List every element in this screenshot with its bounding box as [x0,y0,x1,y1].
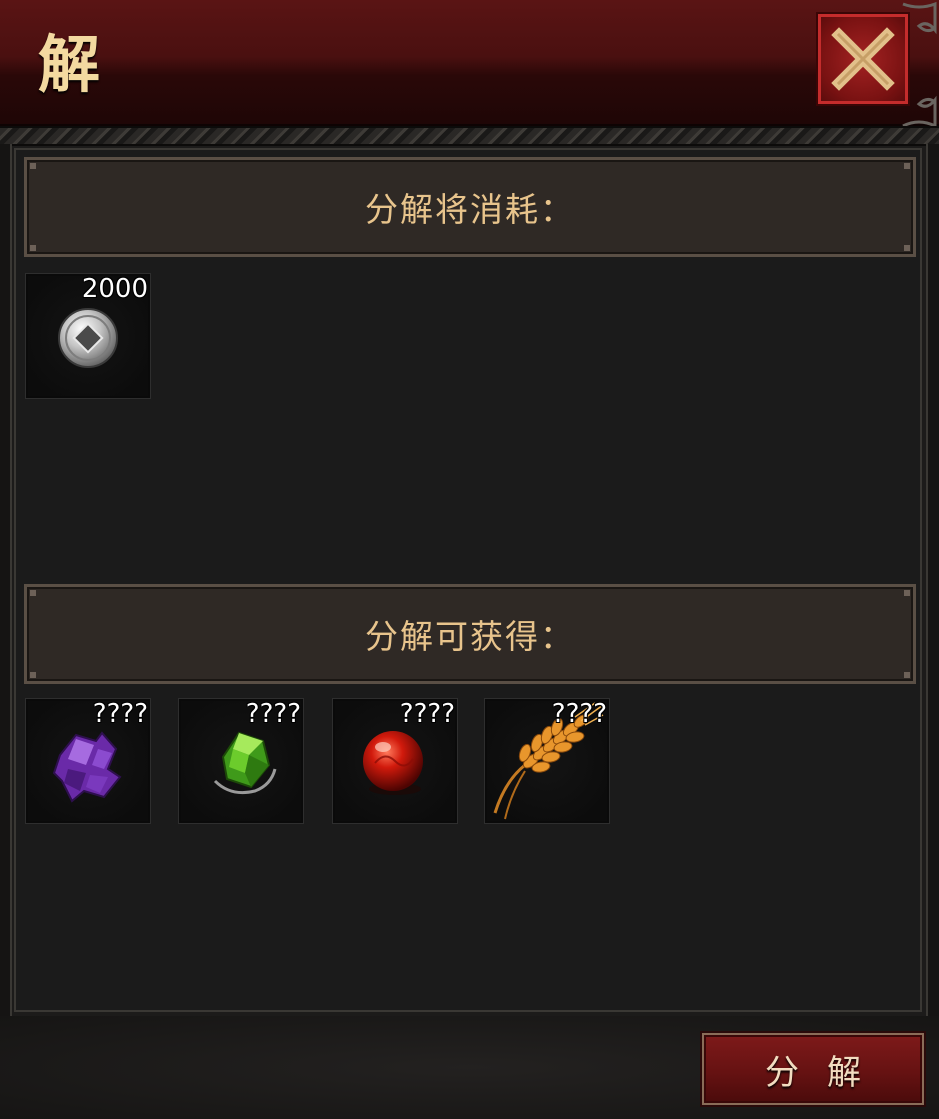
window-title: 解 [38,28,101,101]
silver-coin-icon [58,308,118,368]
item-slot-purple-crystal[interactable]: ???? [25,698,151,824]
decompose-button-label: 分解 [765,1052,889,1093]
red-orb-icon [363,731,423,795]
item-count: ???? [92,699,148,729]
consume-label: 分解将消耗： [365,190,575,229]
decompose-button[interactable]: 分解 [702,1033,924,1105]
item-slot-red-orb[interactable]: ???? [332,698,458,824]
consume-header: 分解将消耗： [24,157,916,257]
purple-crystal-icon [52,731,122,803]
close-icon [831,27,895,91]
decorative-border [0,126,939,146]
item-count: 2000 [81,274,148,304]
gain-header: 分解可获得： [24,584,916,684]
item-slot-green-gem[interactable]: ???? [178,698,304,824]
title-bar: 解 [0,0,939,129]
right-frame [926,144,939,1016]
green-gem-icon [213,731,277,795]
item-count: ???? [399,699,455,729]
gain-label: 分解可获得： [365,617,575,656]
left-frame [0,144,12,1016]
item-slot-silver-coin[interactable]: 2000 [25,273,151,399]
corner-ornament-icon [902,1,937,129]
item-slot-wheat[interactable]: ???? [484,698,610,824]
item-count: ???? [551,699,607,729]
close-button[interactable] [818,14,908,104]
item-count: ???? [245,699,301,729]
